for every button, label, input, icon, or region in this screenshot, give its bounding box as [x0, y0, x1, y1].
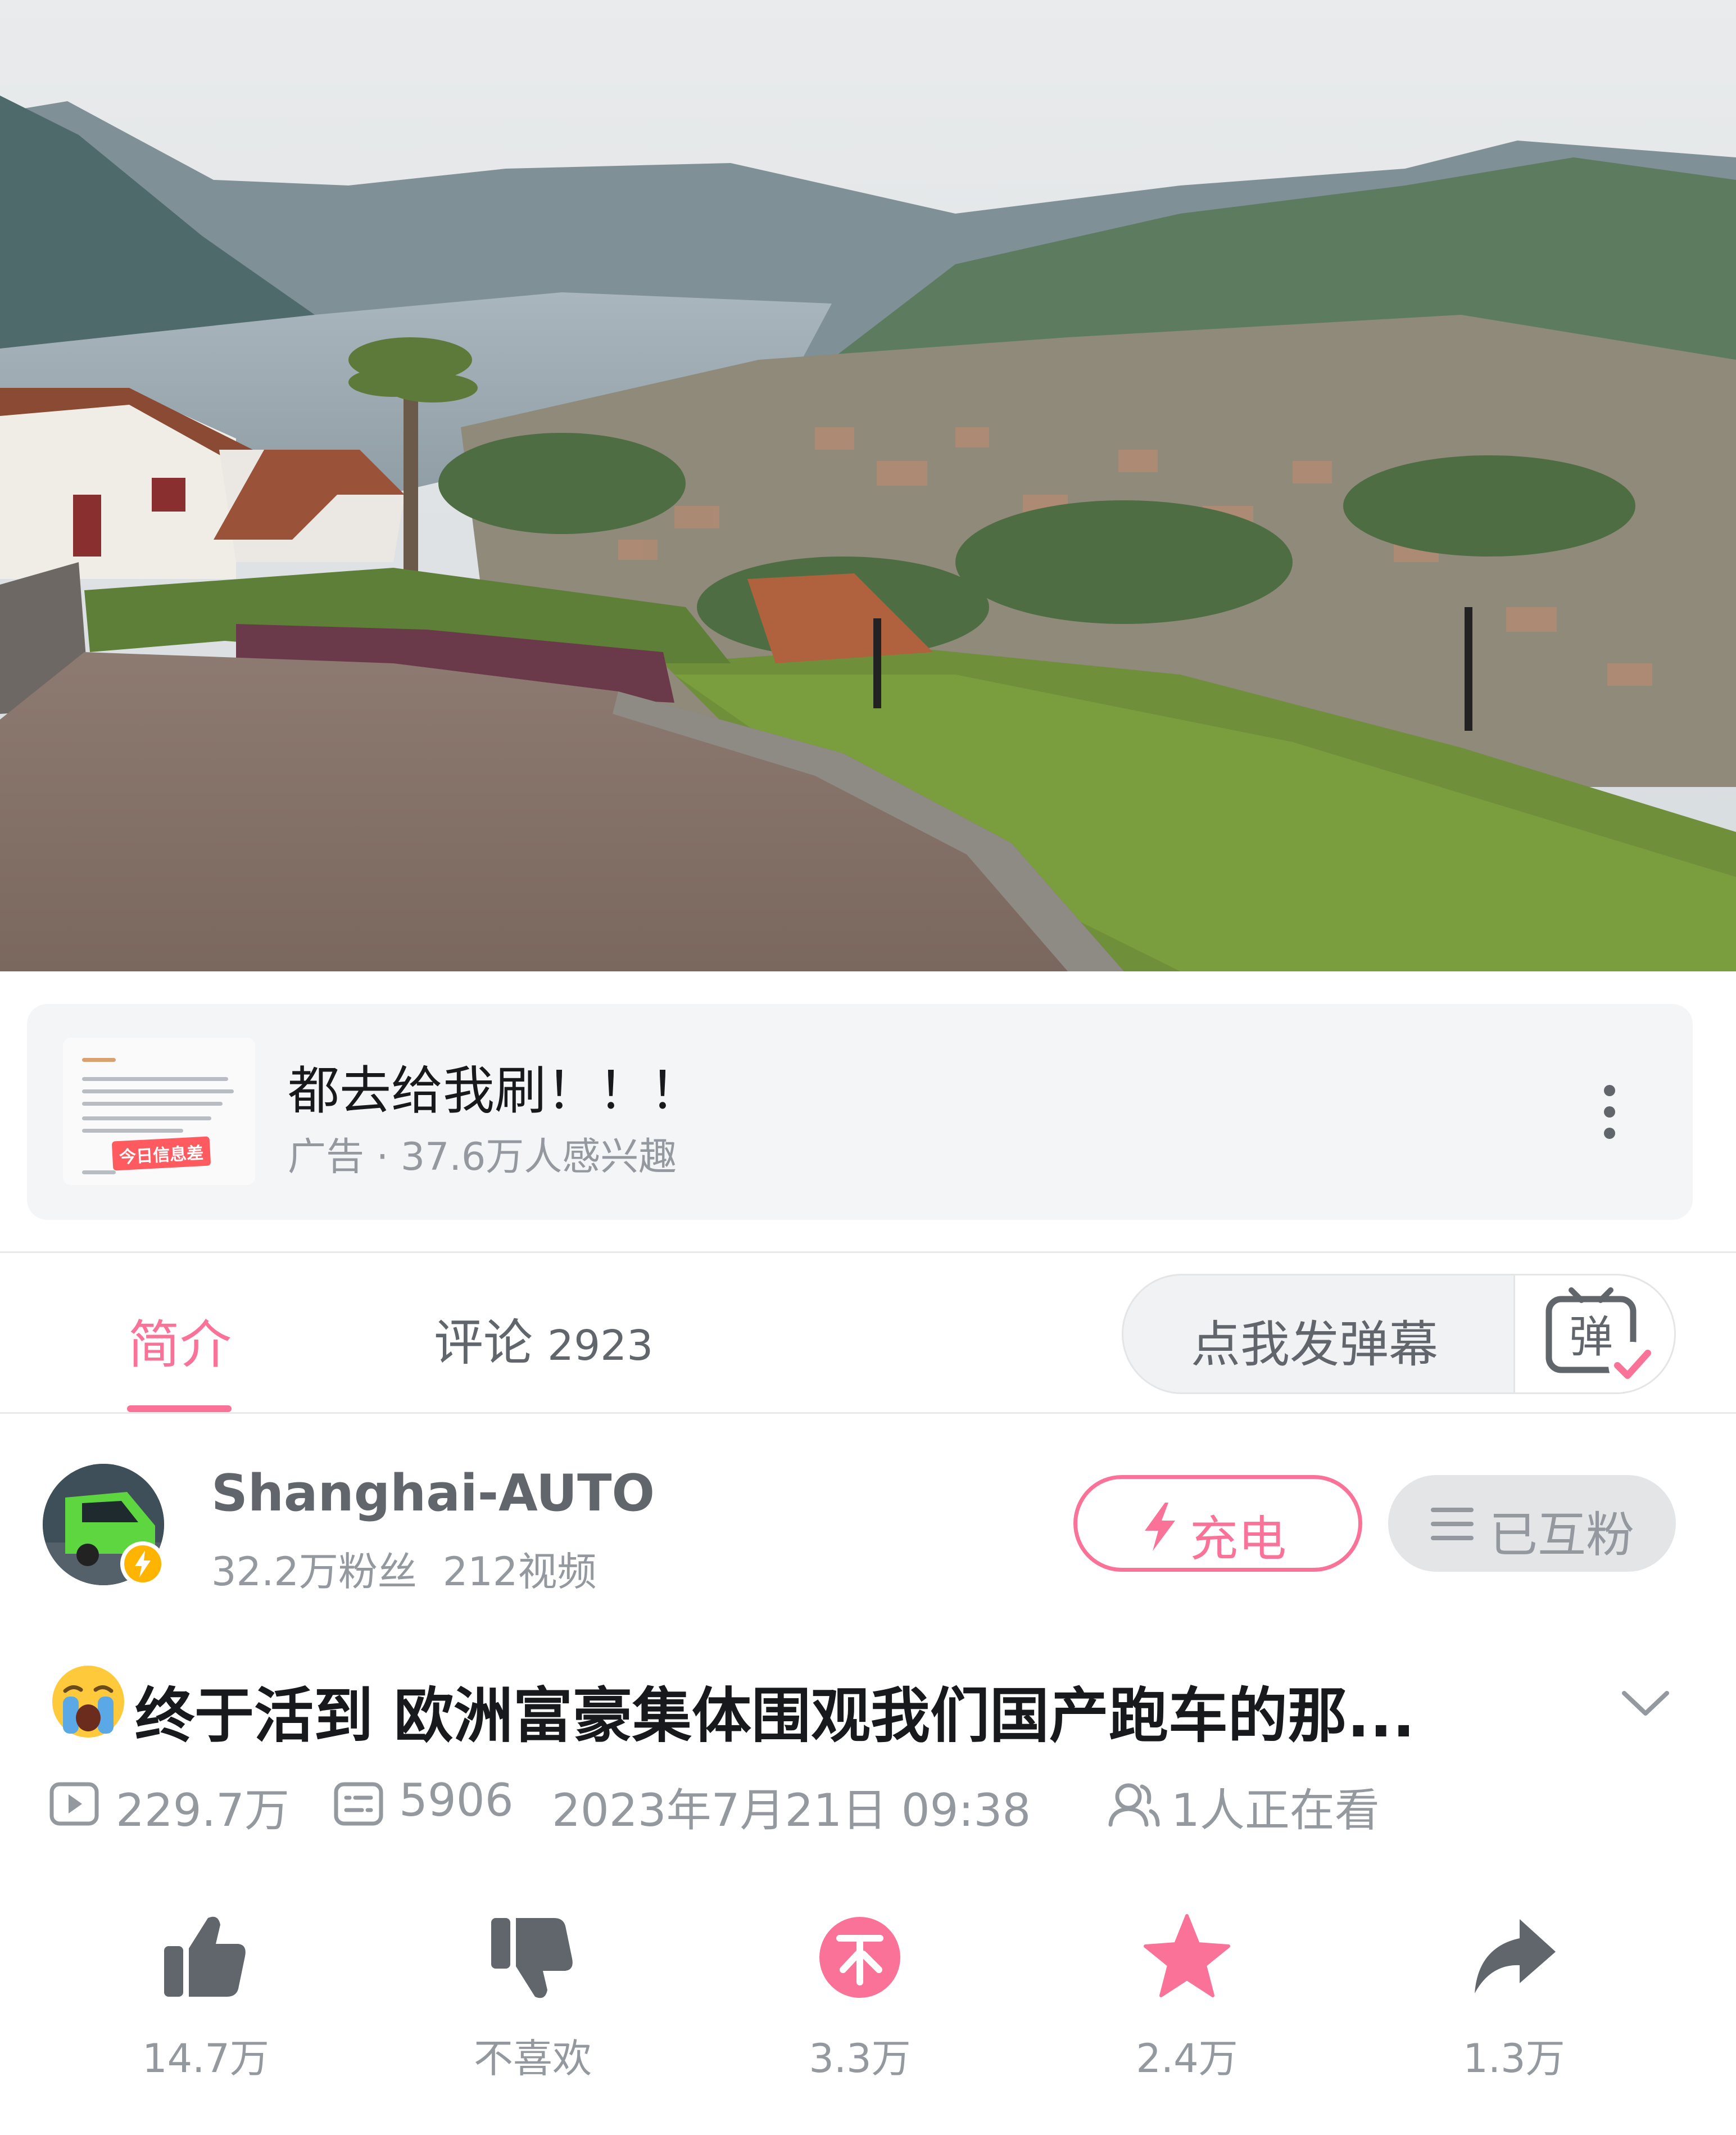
- uploader-followers: 32.2万粉丝: [211, 1549, 417, 1595]
- share-button[interactable]: 1.3万: [1396, 1911, 1632, 2082]
- dislike-button[interactable]: 不喜欢: [415, 1911, 651, 2082]
- coin-button[interactable]: 3.3万: [742, 1911, 978, 2082]
- divider: [0, 1251, 1736, 1253]
- watching-now: 1人正在看: [1171, 1784, 1380, 1837]
- favorite-button[interactable]: 2.4万: [1069, 1911, 1305, 2082]
- followed-button[interactable]: 已互粉: [1388, 1475, 1676, 1572]
- svg-text:弹: 弹: [1569, 1312, 1613, 1363]
- danmaku-toggle-icon: 弹: [1545, 1287, 1656, 1389]
- ad-thumbnail: 今日信息差: [63, 1038, 255, 1185]
- play-count: 229.7万: [116, 1784, 290, 1837]
- share-icon: [1475, 1919, 1556, 1993]
- crying-emoji-icon: [52, 1666, 124, 1738]
- favorite-count: 2.4万: [1136, 2036, 1238, 2082]
- dislike-label: 不喜欢: [474, 2036, 592, 2082]
- video-frame-landscape: [0, 0, 1736, 971]
- charge-button[interactable]: 充电: [1073, 1475, 1362, 1572]
- video-title: 终于活到 欧洲富豪集体围观我们国产跑车的那...: [135, 1681, 1415, 1750]
- play-count-icon: [49, 1782, 99, 1826]
- uploader-video-count: 212视频: [442, 1549, 597, 1595]
- publish-time: 2023年7月21日 09:38: [552, 1784, 1031, 1837]
- more-vertical-icon[interactable]: [1598, 1085, 1621, 1141]
- ad-thumbnail-stamp: 今日信息差: [111, 1136, 211, 1171]
- ad-subtitle: 广告 · 37.6万人感兴趣: [288, 1135, 677, 1179]
- uploader-name[interactable]: Shanghai-AUTO: [211, 1464, 655, 1523]
- thumb-down-icon: [491, 1918, 573, 1998]
- tab-comments-label: 评论: [434, 1314, 533, 1372]
- chevron-down-icon[interactable]: [1619, 1683, 1672, 1722]
- viewers-icon: [1108, 1783, 1160, 1827]
- tab-comments-count: 2923: [547, 1322, 654, 1370]
- like-button[interactable]: 14.7万: [88, 1911, 324, 2082]
- danmaku-bar: 点我发弹幕 弹: [1122, 1274, 1676, 1394]
- tab-intro[interactable]: 简介: [128, 1303, 232, 1378]
- danmaku-count: 5906: [399, 1774, 514, 1826]
- danmaku-toggle-button[interactable]: 弹: [1513, 1275, 1674, 1392]
- uploader-stats: 32.2万粉丝 212视频: [211, 1540, 596, 1597]
- tab-active-indicator: [127, 1405, 232, 1412]
- charge-button-label: 充电: [1190, 1511, 1286, 1567]
- followed-button-label: 已互粉: [1489, 1507, 1634, 1563]
- thumb-up-icon: [164, 1916, 246, 1997]
- star-icon: [1144, 1914, 1230, 1997]
- share-count: 1.3万: [1463, 2036, 1565, 2082]
- charge-badge-icon: [120, 1541, 165, 1586]
- danmaku-count-icon: [334, 1782, 383, 1826]
- ad-title[interactable]: 都去给我刷！！！: [288, 1049, 701, 1124]
- danmaku-input[interactable]: 点我发弹幕: [1191, 1305, 1438, 1376]
- coin-count: 3.3万: [809, 2036, 911, 2082]
- video-player[interactable]: [0, 0, 1736, 971]
- menu-icon: [1431, 1508, 1474, 1540]
- tab-comments[interactable]: 评论 2923: [434, 1303, 653, 1374]
- divider: [0, 1412, 1736, 1414]
- ad-card[interactable]: 今日信息差 都去给我刷！！！ 广告 · 37.6万人感兴趣: [27, 1004, 1693, 1220]
- like-count: 14.7万: [142, 2036, 269, 2082]
- lightning-icon: [1145, 1503, 1175, 1551]
- coin-icon: [819, 1917, 900, 1998]
